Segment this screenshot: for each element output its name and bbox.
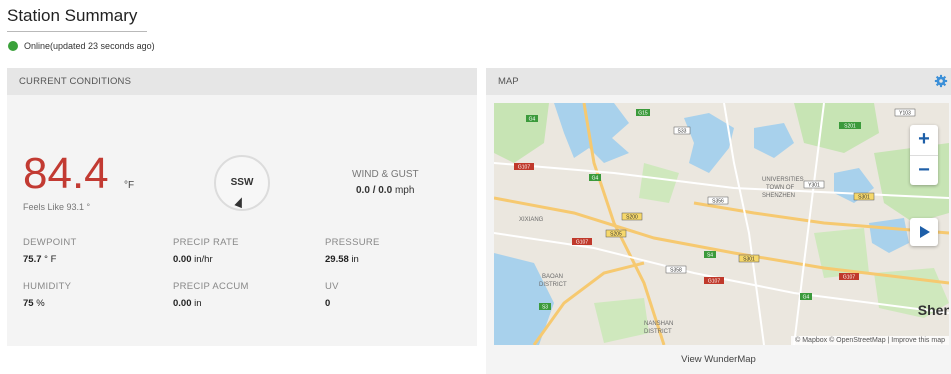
current-conditions-header: CURRENT CONDITIONS	[7, 68, 477, 95]
metric-label: PRECIP ACCUM	[173, 281, 249, 292]
svg-text:DISTRICT: DISTRICT	[539, 282, 567, 288]
wind-speed: 0.0	[356, 185, 370, 196]
metric-unit: in	[351, 254, 359, 265]
svg-text:G15: G15	[638, 111, 648, 117]
metric-unit: ° F	[44, 254, 57, 265]
feels-like-text: Feels Like 93.1 °	[23, 202, 91, 212]
svg-text:XIXIANG: XIXIANG	[519, 217, 544, 223]
metric-precip-rate: PRECIP RATE 0.00 in/hr	[173, 237, 239, 265]
metric-pressure: PRESSURE 29.58 in	[325, 237, 380, 265]
metric-label: DEWPOINT	[23, 237, 77, 248]
metric-value: 0	[325, 298, 339, 309]
metric-label: PRESSURE	[325, 237, 380, 248]
metric-dewpoint: DEWPOINT 75.7 ° F	[23, 237, 77, 265]
svg-text:SHENZHEN: SHENZHEN	[762, 193, 795, 199]
map-header-label: MAP	[498, 76, 519, 87]
svg-text:S356: S356	[712, 199, 724, 205]
metric-number: 0.00	[173, 298, 192, 309]
svg-text:BAOAN: BAOAN	[542, 274, 563, 280]
metric-value: 75 %	[23, 298, 71, 309]
current-conditions-panel: CURRENT CONDITIONS 84.4 °F Feels Like 93…	[7, 68, 477, 346]
map-view[interactable]: G4 G15 S33 S201 Y103 G107 G4 S356 Y301 S…	[494, 103, 949, 345]
metric-uv: UV 0	[325, 281, 339, 309]
zoom-out-button[interactable]: −	[910, 155, 938, 186]
svg-text:S4: S4	[707, 253, 713, 259]
svg-text:NANSHAN: NANSHAN	[644, 321, 673, 327]
wind-direction-label: SSW	[230, 177, 254, 188]
svg-text:G107: G107	[708, 279, 720, 285]
metric-number: 29.58	[325, 254, 349, 265]
metric-unit: %	[36, 298, 45, 309]
gear-icon[interactable]	[934, 74, 948, 88]
metric-precip-accum: PRECIP ACCUM 0.00 in	[173, 281, 249, 309]
metric-value: 0.00 in/hr	[173, 254, 239, 265]
wind-gust-value: 0.0 / 0.0 mph	[356, 185, 414, 196]
map-header: MAP	[486, 68, 951, 95]
svg-text:TOWN OF: TOWN OF	[766, 185, 795, 191]
online-status-dot-icon	[8, 41, 18, 51]
zoom-in-button[interactable]: +	[910, 125, 938, 155]
title-underline	[7, 31, 147, 32]
metric-label: PRECIP RATE	[173, 237, 239, 248]
svg-text:S3: S3	[542, 305, 548, 311]
metric-unit: in	[194, 298, 202, 309]
metric-value: 0.00 in	[173, 298, 249, 309]
metric-label: UV	[325, 281, 339, 292]
status-text: Online(updated 23 seconds ago)	[24, 41, 155, 51]
svg-text:S205: S205	[610, 232, 622, 238]
map-city-label: Shen	[917, 302, 949, 318]
svg-text:Y301: Y301	[808, 183, 820, 189]
svg-text:DISTRICT: DISTRICT	[644, 329, 672, 335]
wind-direction-arrow-icon	[234, 195, 246, 209]
station-status: Online(updated 23 seconds ago)	[8, 41, 155, 51]
svg-text:S301: S301	[858, 195, 870, 201]
svg-text:Y103: Y103	[899, 111, 911, 117]
wind-gust: / 0.0	[372, 185, 393, 196]
svg-text:S33: S33	[678, 129, 687, 135]
metric-number: 0	[325, 298, 331, 309]
map-tiles: G4 G15 S33 S201 Y103 G107 G4 S356 Y301 S…	[494, 103, 949, 345]
metric-number: 0.00	[173, 254, 192, 265]
svg-text:S200: S200	[626, 215, 638, 221]
svg-text:S201: S201	[844, 124, 856, 130]
svg-text:G4: G4	[803, 295, 810, 301]
metric-number: 75.7	[23, 254, 42, 265]
map-attribution[interactable]: © Mapbox © OpenStreetMap | Improve this …	[791, 336, 949, 345]
map-place-label: UNIVERSITIES	[762, 177, 804, 183]
play-animation-button[interactable]	[910, 218, 938, 246]
svg-text:G4: G4	[592, 176, 599, 182]
metric-unit: in/hr	[194, 254, 213, 265]
page-title: Station Summary	[7, 6, 138, 25]
wind-unit: mph	[394, 185, 415, 196]
metric-value: 75.7 ° F	[23, 254, 77, 265]
map-panel: MAP G4 G15 S33 S201 Y103 G107 G4 S356 Y3…	[486, 68, 951, 374]
metric-number: 75	[23, 298, 34, 309]
svg-text:G107: G107	[843, 275, 855, 281]
wind-gust-label: WIND & GUST	[352, 169, 419, 180]
svg-text:G107: G107	[518, 165, 530, 171]
map-zoom-controls: + −	[910, 125, 938, 185]
svg-text:S301: S301	[743, 257, 755, 263]
station-summary-page: Station Summary Online(updated 23 second…	[0, 0, 951, 374]
view-wundermap-link[interactable]: View WunderMap	[486, 354, 951, 365]
metric-value: 29.58 in	[325, 254, 380, 265]
svg-text:G4: G4	[529, 117, 536, 123]
temperature-value: 84.4	[23, 149, 109, 198]
svg-text:G107: G107	[576, 240, 588, 246]
wind-compass: SSW	[214, 155, 270, 211]
svg-text:S358: S358	[670, 268, 682, 274]
metric-label: HUMIDITY	[23, 281, 72, 292]
temperature-unit: °F	[124, 180, 135, 191]
metric-humidity: HUMIDITY 75 %	[23, 281, 71, 309]
